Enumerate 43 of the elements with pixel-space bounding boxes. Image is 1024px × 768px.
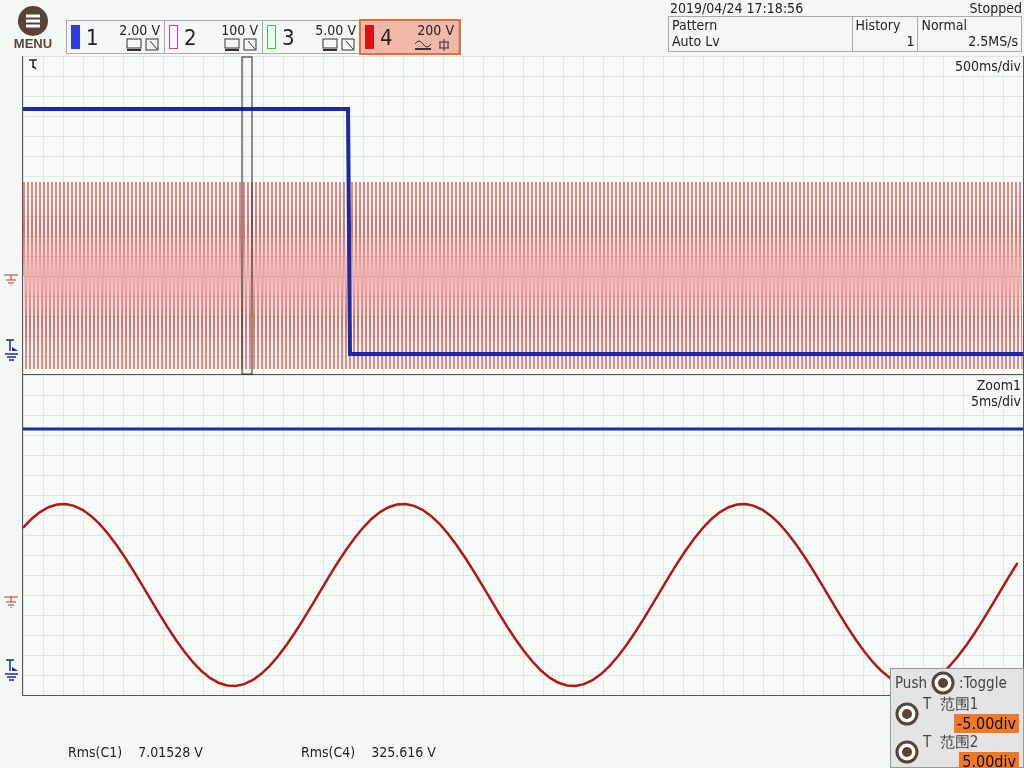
range-value[interactable]: 5.00div — [959, 752, 1019, 768]
channel-scale: 100 V — [221, 22, 258, 38]
range-value[interactable]: -5.00div — [954, 714, 1019, 733]
timebase: 500ms/div — [954, 58, 1021, 74]
menu-button[interactable]: MENU — [13, 6, 53, 51]
measurement-value: 325.616 V — [371, 744, 436, 760]
history-value: 1 — [906, 33, 915, 49]
trigger-mark-icon — [28, 59, 38, 70]
ground-marker-icon — [4, 594, 20, 608]
toggle-label: :Toggle — [959, 674, 1007, 692]
channel-tab[interactable]: 1 2.00 V — [67, 21, 165, 53]
measurement-label: Rms(C4) — [300, 744, 356, 760]
measurement-value: 7.01528 V — [138, 744, 203, 760]
date-time: 2019/04/24 17:18:56 — [670, 0, 804, 16]
trigger-type: Pattern — [672, 17, 719, 33]
knob-icon — [895, 702, 919, 726]
menu-icon — [18, 6, 48, 36]
channel-tab[interactable]: 4 200 V — [361, 21, 459, 53]
knob-icon — [895, 740, 919, 764]
channel-tab[interactable]: 2 100 V — [165, 21, 263, 53]
channel-number: 2 — [184, 24, 197, 50]
trigger-ground-marker-icon — [4, 659, 20, 681]
channel-scale: 2.00 V — [119, 22, 160, 38]
range-label: T 范围1 — [923, 695, 980, 714]
history-label: History — [855, 17, 902, 33]
acquisition-mode: Normal — [921, 17, 969, 33]
channel-scale: 200 V — [417, 22, 454, 38]
channel-number: 3 — [282, 24, 295, 50]
channel-scale: 5.00 V — [315, 22, 356, 38]
ground-marker-icon — [4, 272, 20, 286]
push-label: Push — [895, 674, 927, 692]
range-label: T 范围2 — [923, 733, 980, 752]
zoom-timebase: 5ms/div — [970, 393, 1021, 409]
zoom-window[interactable] — [241, 56, 253, 375]
knob-icon — [931, 671, 955, 695]
zoom-title: Zoom1 — [976, 377, 1021, 393]
trigger-level: Auto Lv — [672, 33, 721, 49]
measurement-label: Rms(C1) — [68, 744, 123, 760]
sample-rate: 2.5MS/s — [968, 33, 1018, 49]
channel-number: 1 — [86, 24, 99, 50]
run-status: Stopped — [969, 0, 1022, 16]
channel-number: 4 — [380, 24, 393, 50]
trigger-ground-marker-icon — [4, 339, 20, 361]
